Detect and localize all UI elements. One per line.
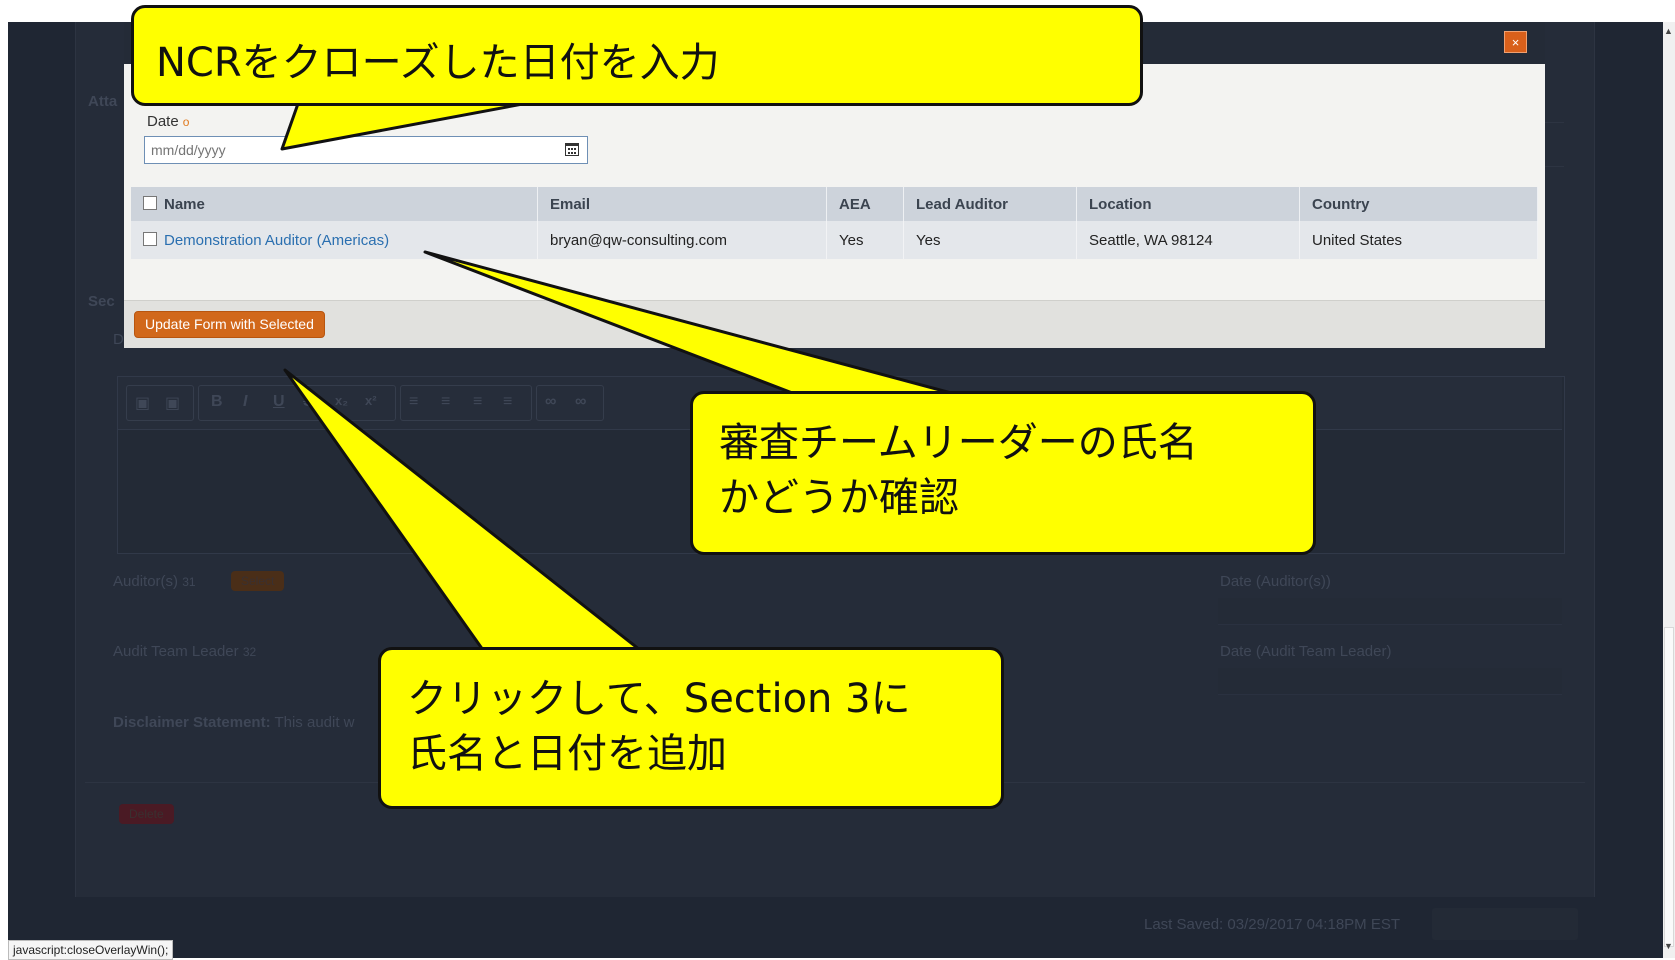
leader-callout-pointer xyxy=(423,250,957,396)
leader-callout-text: 審査チームリーダーの氏名 かどうか確認 xyxy=(719,420,1198,521)
click-callout-pointer xyxy=(283,368,642,652)
date-callout-text: NCRをクローズした日付を入力 xyxy=(156,40,720,86)
browser-status-bar: javascript:closeOverlayWin(); xyxy=(8,940,174,960)
click-callout-text: クリックして、Section 3に 氏名と日付を追加 xyxy=(407,676,911,777)
leader-callout: 審査チームリーダーの氏名 かどうか確認 xyxy=(690,391,1316,555)
date-callout: NCRをクローズした日付を入力 xyxy=(131,5,1143,106)
click-callout: クリックして、Section 3に 氏名と日付を追加 xyxy=(378,647,1004,809)
